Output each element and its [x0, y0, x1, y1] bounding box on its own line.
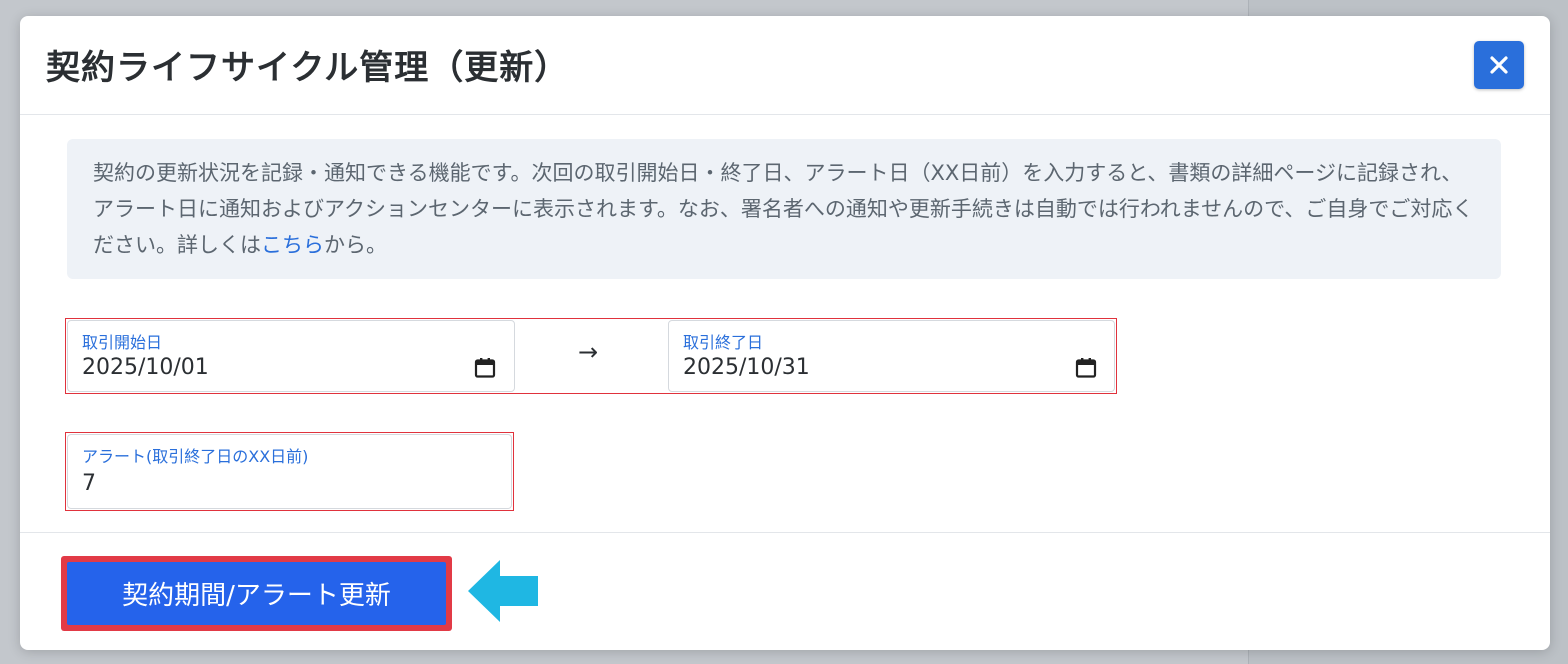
footer-divider: [20, 532, 1550, 533]
calendar-icon[interactable]: [1075, 357, 1097, 379]
contract-lifecycle-modal: 契約ライフサイクル管理（更新） 契約の更新状況を記録・通知できる機能です。次回の…: [20, 16, 1550, 650]
start-date-label: 取引開始日: [82, 333, 163, 352]
close-button[interactable]: [1474, 41, 1524, 89]
modal-title: 契約ライフサイクル管理（更新）: [46, 48, 570, 88]
end-date-value: 2025/10/31: [683, 355, 810, 380]
modal-header: 契約ライフサイクル管理（更新）: [20, 16, 1550, 115]
range-arrow: →: [578, 338, 599, 366]
alert-days-field[interactable]: アラート(取引終了日のXX日前) 7: [67, 434, 512, 509]
submit-button-highlight: 契約期間/アラート更新: [61, 556, 452, 631]
pointer-arrow-icon: [468, 560, 538, 622]
info-text-tail: から。: [324, 233, 387, 257]
end-date-field[interactable]: 取引終了日 2025/10/31: [668, 320, 1115, 392]
start-date-value: 2025/10/01: [82, 355, 209, 380]
end-date-label: 取引終了日: [683, 333, 764, 352]
calendar-icon[interactable]: [474, 357, 496, 379]
info-text: 契約の更新状況を記録・通知できる機能です。次回の取引開始日・終了日、アラート日（…: [93, 155, 1483, 263]
info-box: 契約の更新状況を記録・通知できる機能です。次回の取引開始日・終了日、アラート日（…: [67, 139, 1501, 279]
alert-days-value: 7: [82, 471, 96, 496]
info-link[interactable]: こちら: [261, 233, 324, 257]
alert-days-label: アラート(取引終了日のXX日前): [82, 447, 309, 466]
update-contract-period-button[interactable]: 契約期間/アラート更新: [67, 562, 446, 625]
start-date-field[interactable]: 取引開始日 2025/10/01: [67, 320, 515, 392]
close-icon: [1490, 56, 1508, 74]
